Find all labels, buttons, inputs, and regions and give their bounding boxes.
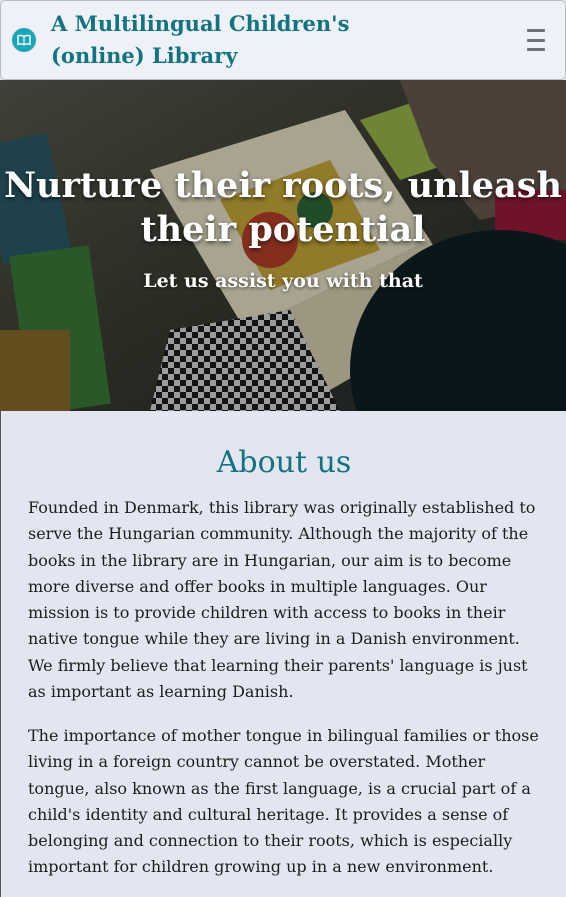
hero-banner: Nurture their roots, unleash their poten… (0, 80, 566, 411)
about-heading: About us (216, 445, 352, 480)
about-paragraph-2: The importance of mother tongue in bilin… (28, 726, 539, 877)
about-paragraph-1: Founded in Denmark, this library was ori… (28, 498, 536, 702)
hamburger-menu-icon[interactable] (523, 29, 549, 51)
brand-title[interactable]: A Multilingual Children's (online) Libra… (51, 8, 371, 72)
about-section: About us Founded in Denmark, this librar… (0, 411, 566, 897)
hero-title: Nurture their roots, unleash their poten… (4, 165, 562, 250)
hero-subtitle: Let us assist you with that (143, 270, 423, 292)
navbar: A Multilingual Children's (online) Libra… (0, 0, 566, 80)
open-book-icon[interactable] (12, 28, 36, 52)
